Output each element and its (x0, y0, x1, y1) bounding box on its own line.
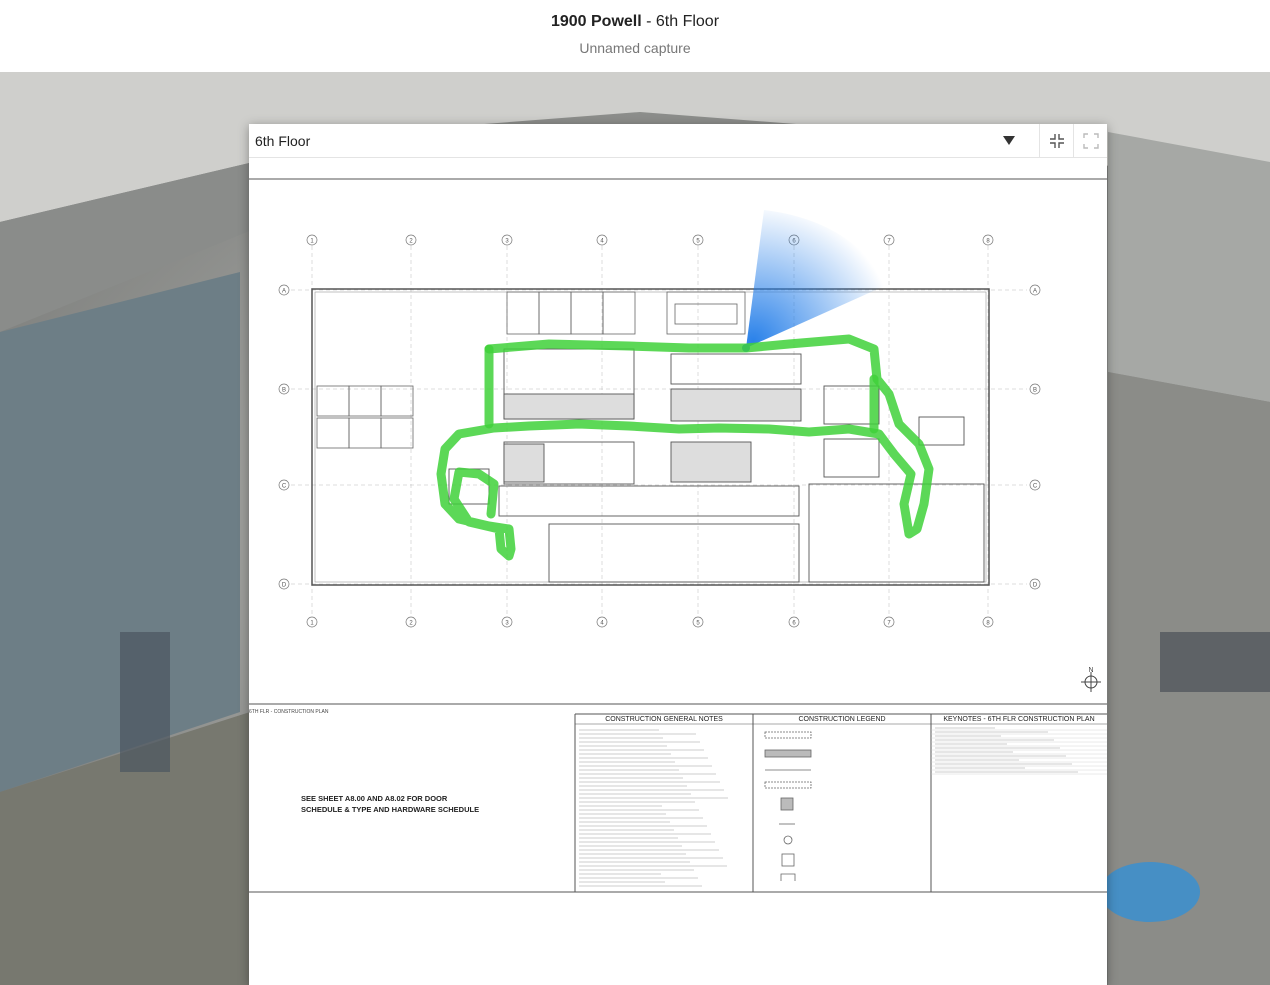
grid-row-label: C (1033, 484, 1038, 490)
general-notes-lines (579, 729, 728, 887)
grid-row-label: A (1033, 289, 1037, 295)
row-labels: A A B B C C D D (278, 284, 1041, 590)
door-schedule-note-line2: SCHEDULE & TYPE AND HARDWARE SCHEDULE (301, 805, 479, 814)
grid-row-label: A (282, 289, 286, 295)
top-offices (506, 291, 746, 335)
grid-row-label: D (1033, 583, 1038, 589)
page-title: 1900 Powell - 6th Floor (0, 13, 1270, 31)
door-schedule-note-line1: SEE SHEET A8.00 AND A8.02 FOR DOOR (301, 794, 448, 803)
left-offices (316, 385, 414, 449)
project-name: 1900 Powell (550, 13, 642, 30)
north-arrow-icon: N (1081, 667, 1101, 692)
grid-row-label: D (282, 583, 287, 589)
legend-title: CONSTRUCTION LEGEND (798, 716, 885, 723)
general-notes-title: CONSTRUCTION GENERAL NOTES (605, 716, 723, 723)
panorama-viewer[interactable]: 6th Floor 1 1 2 2 3 3 4 4 5 5 6 7 7 8 8 … (0, 72, 1270, 985)
keynotes-lines (931, 727, 1107, 775)
grid-row-label: B (282, 388, 286, 394)
building-outline (311, 288, 990, 586)
grid-row-label: B (1033, 388, 1037, 394)
north-label: N (1088, 667, 1093, 674)
title-separator: - (641, 13, 656, 30)
legend-swatches (764, 731, 812, 881)
page-header: 1900 Powell - 6th Floor Unnamed capture (0, 0, 1270, 72)
keynotes-title: KEYNOTES - 6TH FLR CONSTRUCTION PLAN (943, 716, 1094, 723)
view-cone (746, 210, 889, 348)
capture-name: Unnamed capture (579, 40, 691, 56)
floor-name: 6th Floor (655, 13, 720, 30)
grid-row-label: C (282, 484, 287, 490)
plan-label: 6TH FLR - CONSTRUCTION PLAN (249, 709, 329, 715)
floorplan-drawing[interactable]: 1122334455667788 AABBCCDD N (249, 124, 1107, 951)
floorplan-panel: 6th Floor 1 1 2 2 3 3 4 4 5 5 6 7 7 8 8 … (249, 124, 1107, 985)
